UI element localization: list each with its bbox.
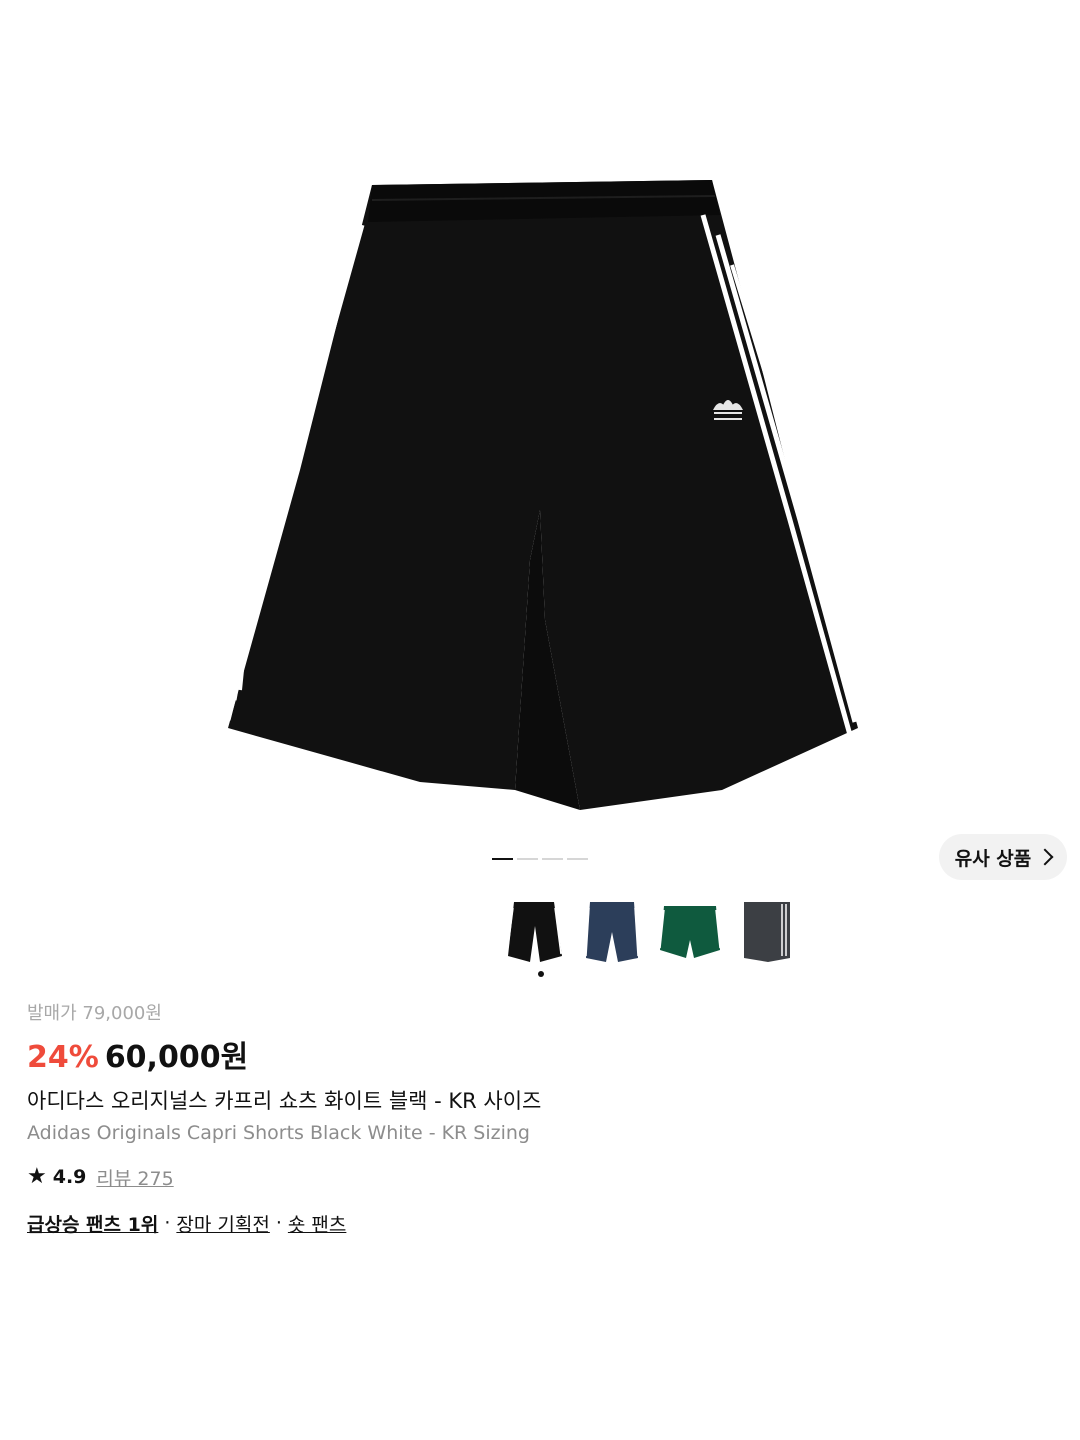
pager-dot [542, 858, 563, 860]
color-option-navy[interactable] [582, 896, 642, 968]
product-title-ko: 아디다스 오리지널스 카프리 쇼츠 화이트 블랙 - KR 사이즈 [27, 1089, 542, 1113]
star-icon: ★ [27, 1164, 47, 1189]
product-title-en: Adidas Originals Capri Shorts Black Whit… [27, 1122, 530, 1144]
original-price: 발매가 79,000원 [27, 1003, 162, 1024]
pager-dot [567, 858, 588, 860]
similar-products-button[interactable]: 유사 상품 [939, 834, 1067, 880]
tag-exhibition[interactable]: 장마 기획전 [176, 1210, 269, 1237]
product-image-gallery[interactable] [0, 0, 1080, 830]
rating-row: ★ 4.9 리뷰 275 [27, 1162, 1057, 1192]
similar-products-label: 유사 상품 [954, 847, 1032, 870]
pager-dot-active [492, 858, 513, 860]
color-option-green[interactable] [659, 896, 721, 968]
tag-ranking[interactable]: 급상승 팬츠 1위 [27, 1210, 158, 1237]
product-info: 발매가 79,000원 24% 60,000원 아디다스 오리지널스 카프리 쇼… [27, 1000, 1057, 1238]
review-link[interactable]: 리뷰 275 [96, 1164, 173, 1191]
discount-rate: 24% [27, 1040, 99, 1075]
color-option-black[interactable] [504, 896, 564, 977]
tag-separator: · [275, 1212, 282, 1234]
price-row: 24% 60,000원 [27, 1032, 1057, 1075]
tag-category[interactable]: 숏 팬츠 [288, 1210, 346, 1237]
tag-list: 급상승 팬츠 1위 · 장마 기획전 · 숏 팬츠 [27, 1208, 1057, 1238]
pager-dot [517, 858, 538, 860]
color-option-grey[interactable] [738, 896, 798, 968]
selected-indicator [538, 971, 544, 977]
rating-score: 4.9 [52, 1166, 87, 1188]
sale-price: 60,000원 [104, 1040, 249, 1075]
color-option-list [504, 896, 798, 977]
tag-separator: · [164, 1212, 171, 1234]
chevron-right-icon [1036, 848, 1054, 866]
image-pager [492, 858, 588, 860]
product-image [225, 180, 860, 810]
